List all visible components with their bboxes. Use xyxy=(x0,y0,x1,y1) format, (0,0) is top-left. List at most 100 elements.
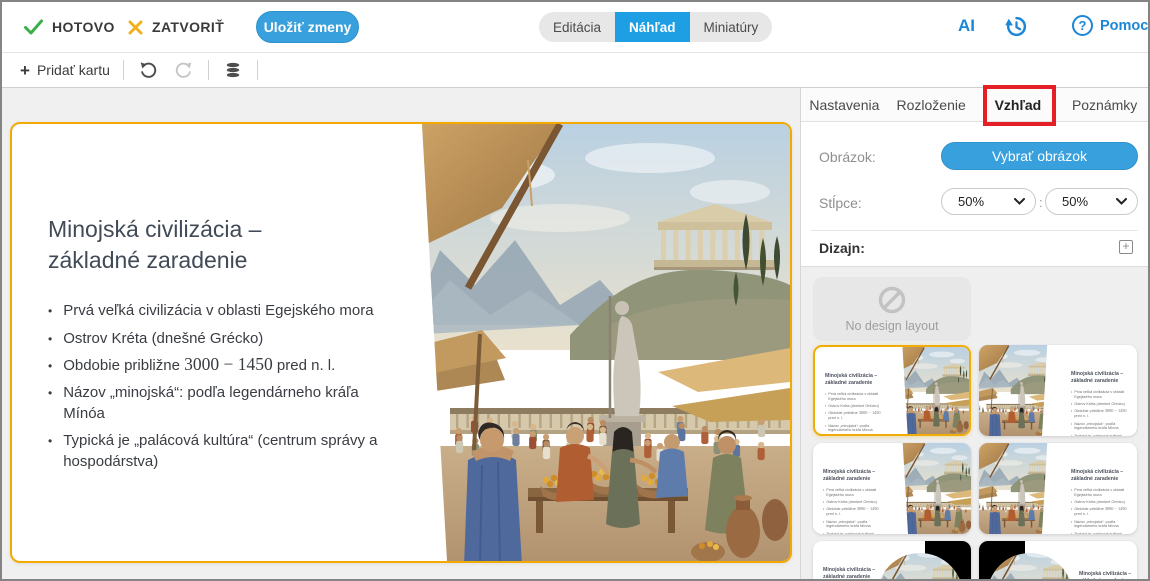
bullet-item: •Názov „minojská“: podľa legendárneho kr… xyxy=(1071,422,1133,432)
divider xyxy=(811,230,1138,231)
check-icon xyxy=(24,19,43,35)
plus-icon: + xyxy=(20,62,30,79)
slide-canvas: Minojská civilizácia – základné zaradeni… xyxy=(2,88,800,579)
column-left-value: 50% xyxy=(958,194,984,209)
design-thumbnail[interactable]: Minojská civilizácia – základné zaradeni… xyxy=(979,443,1137,534)
bullet-item: •Prvá veľká civilizácia v oblasti Egejsk… xyxy=(1071,390,1133,400)
view-tab-nahlad[interactable]: Náhľad xyxy=(615,12,689,42)
done-button[interactable]: HOTOVO xyxy=(24,12,115,42)
design-thumbnail[interactable]: Minojská civilizácia – základné zaradeni… xyxy=(813,541,971,579)
expand-icon[interactable]: + xyxy=(1119,240,1133,254)
add-card-button[interactable]: + Pridať kartu xyxy=(20,62,110,79)
thumbnail-title: Minojská civilizácia – základné zaradeni… xyxy=(1071,469,1126,483)
bullet-item: •Prvá veľká civilizácia v oblasti Egejsk… xyxy=(48,301,404,321)
toolbar-separator xyxy=(208,60,209,80)
question-icon: ? xyxy=(1072,15,1093,36)
thumbnail-title: Minojská civilizácia – základné zaradeni… xyxy=(823,469,878,483)
thumbnail-image xyxy=(979,345,1055,436)
thumbnail-bullets: •Prvá veľká civilizácia v oblasti Egejsk… xyxy=(1071,390,1133,436)
undo-icon[interactable] xyxy=(137,59,159,81)
thumbnail-title: Minojská civilizácia – základné zaradeni… xyxy=(1079,571,1134,579)
ai-button[interactable]: AI xyxy=(958,16,975,36)
thumbnail-title: Minojská civilizácia – základné zaradeni… xyxy=(825,373,880,387)
thumbnail-title: Minojská civilizácia – základné zaradeni… xyxy=(823,567,878,579)
design-thumbnail[interactable]: Minojská civilizácia – základné zaradeni… xyxy=(813,443,971,534)
chevron-down-icon xyxy=(1116,198,1127,205)
bullet-item: •Obdobie približne 3000 − 1450 pred n. l… xyxy=(1071,409,1133,419)
bullet-item: •Obdobie približne 3000 − 1450 pred n. l… xyxy=(823,507,885,517)
design-label: Dizajn: xyxy=(819,240,865,256)
card-toolbar: + Pridať kartu xyxy=(2,52,1148,88)
tab-poznamky[interactable]: Poznámky xyxy=(1061,88,1148,121)
view-mode-switcher: Editácia Náhľad Miniatúry xyxy=(539,12,772,42)
bullet-item: •Obdobie približne 3000 − 1450 pred n. l… xyxy=(1071,507,1133,517)
design-thumbnail[interactable]: Minojská civilizácia – základné zaradeni… xyxy=(813,345,971,436)
bullet-item: •Názov „minojská“: podľa legendárneho kr… xyxy=(48,383,404,424)
view-tab-miniatury[interactable]: Miniatúry xyxy=(690,12,773,42)
add-card-label: Pridať kartu xyxy=(37,62,110,78)
bullet-item: •Ostrov Kréta (dnešné Grécko) xyxy=(48,329,404,349)
bullet-item: •Obdobie približne 3000 − 1450 pred n. l… xyxy=(825,411,887,421)
design-thumbnail[interactable]: Minojská civilizácia – základné zaradeni… xyxy=(979,345,1137,436)
bullet-item: •Prvá veľká civilizácia v oblasti Egejsk… xyxy=(825,392,887,402)
thumbnail-bullets: •Prvá veľká civilizácia v oblasti Egejsk… xyxy=(823,488,885,534)
app-window: HOTOVO ZATVORIŤ Uložiť zmeny Editácia Ná… xyxy=(0,0,1150,581)
chevron-down-icon xyxy=(1014,198,1025,205)
redo-icon[interactable] xyxy=(173,59,195,81)
save-changes-button[interactable]: Uložiť zmeny xyxy=(256,11,359,43)
bullet-item: •Názov „minojská“: podľa legendárneho kr… xyxy=(825,424,887,434)
thumbnail-bullets: •Prvá veľká civilizácia v oblasti Egejsk… xyxy=(825,392,887,436)
tab-nastavenia[interactable]: Nastavenia xyxy=(801,88,888,121)
close-label: ZATVORIŤ xyxy=(152,19,224,35)
columns-label: Stĺpce: xyxy=(819,195,862,211)
done-label: HOTOVO xyxy=(52,19,115,35)
tab-vzhlad[interactable]: Vzhľad xyxy=(975,88,1062,121)
column-right-value: 50% xyxy=(1062,194,1088,209)
image-label: Obrázok: xyxy=(819,149,876,165)
help-button[interactable]: ? Pomoc xyxy=(1072,15,1148,36)
bullet-item: •Ostrov Kréta (dnešné Grécko) xyxy=(823,500,885,505)
bullet-item: •Typická je „palácová kultúra“ (centrum … xyxy=(1071,434,1133,436)
top-bar: HOTOVO ZATVORIŤ Uložiť zmeny Editácia Ná… xyxy=(2,2,1148,52)
slide-card: Minojská civilizácia – základné zaradeni… xyxy=(10,122,792,563)
tab-rozlozenie[interactable]: Rozloženie xyxy=(888,88,975,121)
bullet-item: •Typická je „palácová kultúra“ (centrum … xyxy=(823,532,885,534)
help-label: Pomoc xyxy=(1100,18,1148,34)
thumbnail-image xyxy=(895,443,971,534)
column-right-select[interactable]: 50% xyxy=(1045,188,1138,215)
bullet-item: •Ostrov Kréta (dnešné Grécko) xyxy=(1071,500,1133,505)
slide-bullet-list: •Prvá veľká civilizácia v oblasti Egejsk… xyxy=(48,301,404,472)
no-design-icon xyxy=(877,285,907,315)
settings-sidebar: Nastavenia Rozloženie Vzhľad Poznámky Ob… xyxy=(800,88,1148,579)
select-image-button[interactable]: Vybrať obrázok xyxy=(941,142,1138,170)
slide-title: Minojská civilizácia – základné zaradeni… xyxy=(48,214,358,275)
bullet-item: •Názov „minojská“: podľa legendárneho kr… xyxy=(1071,520,1133,530)
bullet-item: •Prvá veľká civilizácia v oblasti Egejsk… xyxy=(823,488,885,498)
design-layout-area: No design layout Minojská civilizácia – … xyxy=(801,266,1149,579)
layers-stack-icon[interactable] xyxy=(222,59,244,81)
close-button[interactable]: ZATVORIŤ xyxy=(128,12,224,42)
bullet-item: •Ostrov Kréta (dnešné Grécko) xyxy=(1071,402,1133,407)
thumbnail-image xyxy=(895,347,969,434)
no-design-layout-option[interactable]: No design layout xyxy=(813,277,971,341)
thumbnail-bullets: •Prvá veľká civilizácia v oblasti Egejsk… xyxy=(1071,488,1133,534)
columns-separator: : xyxy=(1039,195,1043,210)
no-design-label: No design layout xyxy=(845,319,938,333)
column-left-select[interactable]: 50% xyxy=(941,188,1036,215)
bullet-item: •Prvá veľká civilizácia v oblasti Egejsk… xyxy=(1071,488,1133,498)
close-icon xyxy=(128,20,143,35)
view-tab-editacia[interactable]: Editácia xyxy=(539,12,615,42)
toolbar-separator xyxy=(257,60,258,80)
design-thumbnail[interactable]: Minojská civilizácia – základné zaradeni… xyxy=(979,541,1137,579)
bullet-item: •Typická je „palácová kultúra“ (centrum … xyxy=(48,431,404,472)
history-icon[interactable] xyxy=(1004,14,1029,39)
thumbnail-image xyxy=(979,443,1055,534)
bullet-item: •Ostrov Kréta (dnešné Grécko) xyxy=(825,404,887,409)
sidebar-tabs: Nastavenia Rozloženie Vzhľad Poznámky xyxy=(801,88,1148,122)
market-scene-image xyxy=(410,124,790,561)
thumbnail-title: Minojská civilizácia – základné zaradeni… xyxy=(1071,371,1126,385)
slide-text-block: Minojská civilizácia – základné zaradeni… xyxy=(48,214,408,479)
bullet-item: •Názov „minojská“: podľa legendárneho kr… xyxy=(823,520,885,530)
toolbar-separator xyxy=(123,60,124,80)
bullet-item: •Typická je „palácová kultúra“ (centrum … xyxy=(1071,532,1133,534)
